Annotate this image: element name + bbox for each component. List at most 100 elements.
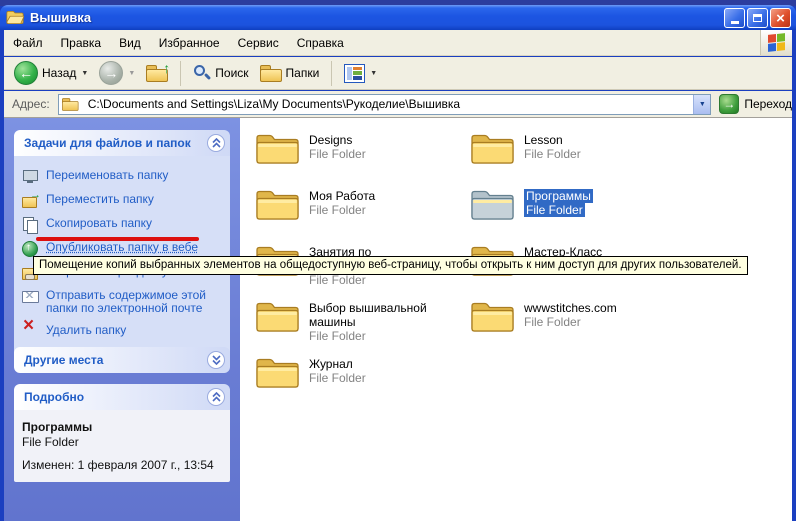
other-places-title: Другие места bbox=[24, 353, 207, 367]
task-item[interactable]: Удалить папку bbox=[22, 324, 224, 339]
folder-icon bbox=[470, 186, 515, 222]
details-panel: Подробно Программы File Folder Изменен: … bbox=[14, 384, 230, 482]
details-body: Программы File Folder Изменен: 1 февраля… bbox=[14, 410, 230, 482]
views-icon bbox=[344, 64, 365, 83]
folder-icon bbox=[470, 298, 515, 334]
collapse-chevron-icon[interactable] bbox=[207, 134, 225, 152]
go-button[interactable]: → bbox=[719, 94, 739, 114]
back-dropdown-caret[interactable]: ▼ bbox=[81, 70, 88, 77]
menu-item-5[interactable]: Справка bbox=[288, 32, 353, 54]
folder-name: Lesson bbox=[524, 133, 581, 147]
go-arrow-icon: → bbox=[723, 97, 735, 111]
task-item[interactable]: Переместить папку bbox=[22, 193, 224, 208]
folder-item[interactable]: wwwstitches.com File Folder bbox=[470, 298, 685, 354]
close-button[interactable]: × bbox=[770, 8, 791, 28]
explorer-window: Вышивка × ФайлПравкаВидИзбранноеСервисСп… bbox=[0, 0, 796, 521]
folder-item[interactable]: Моя Работа File Folder bbox=[255, 186, 470, 242]
windows-logo-icon bbox=[768, 33, 785, 52]
rename-icon bbox=[22, 169, 39, 184]
up-icon: ↑ bbox=[146, 65, 168, 82]
forward-button[interactable]: → ▼ bbox=[95, 59, 139, 87]
address-dropdown-button[interactable]: ▼ bbox=[693, 95, 710, 114]
folder-item[interactable]: Lesson File Folder bbox=[470, 130, 685, 186]
back-label: Назад bbox=[42, 66, 76, 80]
title-bar: Вышивка × bbox=[0, 5, 796, 30]
web-publish-icon bbox=[22, 241, 39, 256]
other-places-header[interactable]: Другие места bbox=[14, 347, 230, 373]
task-item[interactable]: Переименовать папку bbox=[22, 169, 224, 184]
window-title: Вышивка bbox=[30, 10, 91, 25]
tasks-panel-header[interactable]: Задачи для файлов и папок bbox=[14, 130, 230, 156]
menu-item-0[interactable]: Файл bbox=[4, 32, 52, 54]
email-icon bbox=[22, 289, 39, 304]
folder-type: File Folder bbox=[309, 273, 470, 287]
folder-icon bbox=[255, 298, 300, 334]
address-combo[interactable]: C:\Documents and Settings\Liza\My Docume… bbox=[58, 94, 712, 115]
folder-type: File Folder bbox=[309, 329, 470, 343]
move-icon bbox=[22, 193, 39, 208]
folder-item[interactable]: Designs File Folder bbox=[255, 130, 470, 186]
address-label: Адрес: bbox=[12, 97, 50, 111]
folder-icon bbox=[470, 130, 515, 166]
folder-type: File Folder bbox=[309, 203, 375, 217]
folder-name: Программы bbox=[524, 189, 593, 203]
search-icon bbox=[193, 64, 211, 82]
collapse-chevron-icon[interactable] bbox=[207, 388, 225, 406]
menu-item-4[interactable]: Сервис bbox=[229, 32, 288, 54]
windows-logo-box bbox=[760, 30, 792, 55]
folder-type: File Folder bbox=[524, 203, 585, 217]
menu-item-3[interactable]: Избранное bbox=[150, 32, 229, 54]
menu-item-2[interactable]: Вид bbox=[110, 32, 150, 54]
task-pane-sidebar: Задачи для файлов и папок Переименовать … bbox=[4, 118, 240, 521]
folder-name: Выбор вышивальной машины bbox=[309, 301, 470, 329]
folder-icon bbox=[255, 354, 300, 390]
folder-name: Журнал bbox=[309, 357, 366, 371]
details-item-type: File Folder bbox=[22, 435, 222, 449]
folder-name: Designs bbox=[309, 133, 366, 147]
views-button[interactable]: ▼ bbox=[340, 62, 381, 85]
forward-icon: → bbox=[99, 61, 123, 85]
folder-item[interactable]: Программы File Folder bbox=[470, 186, 685, 242]
folder-item[interactable]: Выбор вышивальной машины File Folder bbox=[255, 298, 470, 354]
toolbar-separator bbox=[180, 61, 181, 86]
views-dropdown-caret[interactable]: ▼ bbox=[370, 70, 377, 77]
window-folder-icon bbox=[6, 10, 24, 25]
expand-chevron-icon[interactable] bbox=[207, 351, 225, 369]
folder-icon bbox=[255, 130, 300, 166]
address-folder-icon bbox=[62, 98, 79, 111]
folders-label: Папки bbox=[286, 66, 320, 80]
toolbar: ← Назад ▼ → ▼ ↑ Поиск Папки ▼ bbox=[4, 57, 792, 90]
copy-icon bbox=[22, 217, 39, 232]
details-item-name: Программы bbox=[22, 420, 222, 434]
toolbar-separator bbox=[331, 61, 332, 86]
folders-button[interactable]: Папки bbox=[256, 63, 324, 84]
search-button[interactable]: Поиск bbox=[189, 62, 252, 84]
details-panel-header[interactable]: Подробно bbox=[14, 384, 230, 410]
maximize-button[interactable] bbox=[747, 8, 768, 28]
minimize-button[interactable] bbox=[724, 8, 745, 28]
task-item[interactable]: Скопировать папку bbox=[22, 217, 224, 232]
menu-item-1[interactable]: Правка bbox=[52, 32, 111, 54]
folder-type: File Folder bbox=[524, 315, 617, 329]
address-bar: Адрес: C:\Documents and Settings\Liza\My… bbox=[4, 91, 792, 118]
details-panel-title: Подробно bbox=[24, 390, 207, 404]
search-label: Поиск bbox=[215, 66, 248, 80]
menu-bar: ФайлПравкаВидИзбранноеСервисСправка bbox=[4, 30, 792, 56]
other-places-panel: Другие места bbox=[14, 347, 230, 373]
tooltip: Помещение копий выбранных элементов на о… bbox=[33, 256, 748, 275]
folder-item[interactable]: Журнал File Folder bbox=[255, 354, 470, 410]
address-path[interactable]: C:\Documents and Settings\Liza\My Docume… bbox=[88, 97, 690, 111]
folder-contents-area: Designs File Folder Lesson File Folder М… bbox=[240, 118, 792, 521]
task-item[interactable]: Отправить содержимое этой папки по элект… bbox=[22, 289, 224, 315]
details-item-modified: Изменен: 1 февраля 2007 г., 13:54 bbox=[22, 458, 222, 472]
up-button[interactable]: ↑ bbox=[142, 63, 172, 84]
folder-type: File Folder bbox=[309, 147, 366, 161]
tasks-panel-title: Задачи для файлов и папок bbox=[24, 136, 207, 150]
annotation-underline bbox=[36, 237, 199, 241]
task-item[interactable]: Опубликовать папку в вебе bbox=[22, 241, 224, 256]
back-button[interactable]: ← Назад ▼ bbox=[10, 59, 92, 87]
folder-type: File Folder bbox=[309, 371, 366, 385]
folder-name: Моя Работа bbox=[309, 189, 375, 203]
forward-dropdown-caret[interactable]: ▼ bbox=[128, 70, 135, 77]
folder-type: File Folder bbox=[524, 147, 581, 161]
